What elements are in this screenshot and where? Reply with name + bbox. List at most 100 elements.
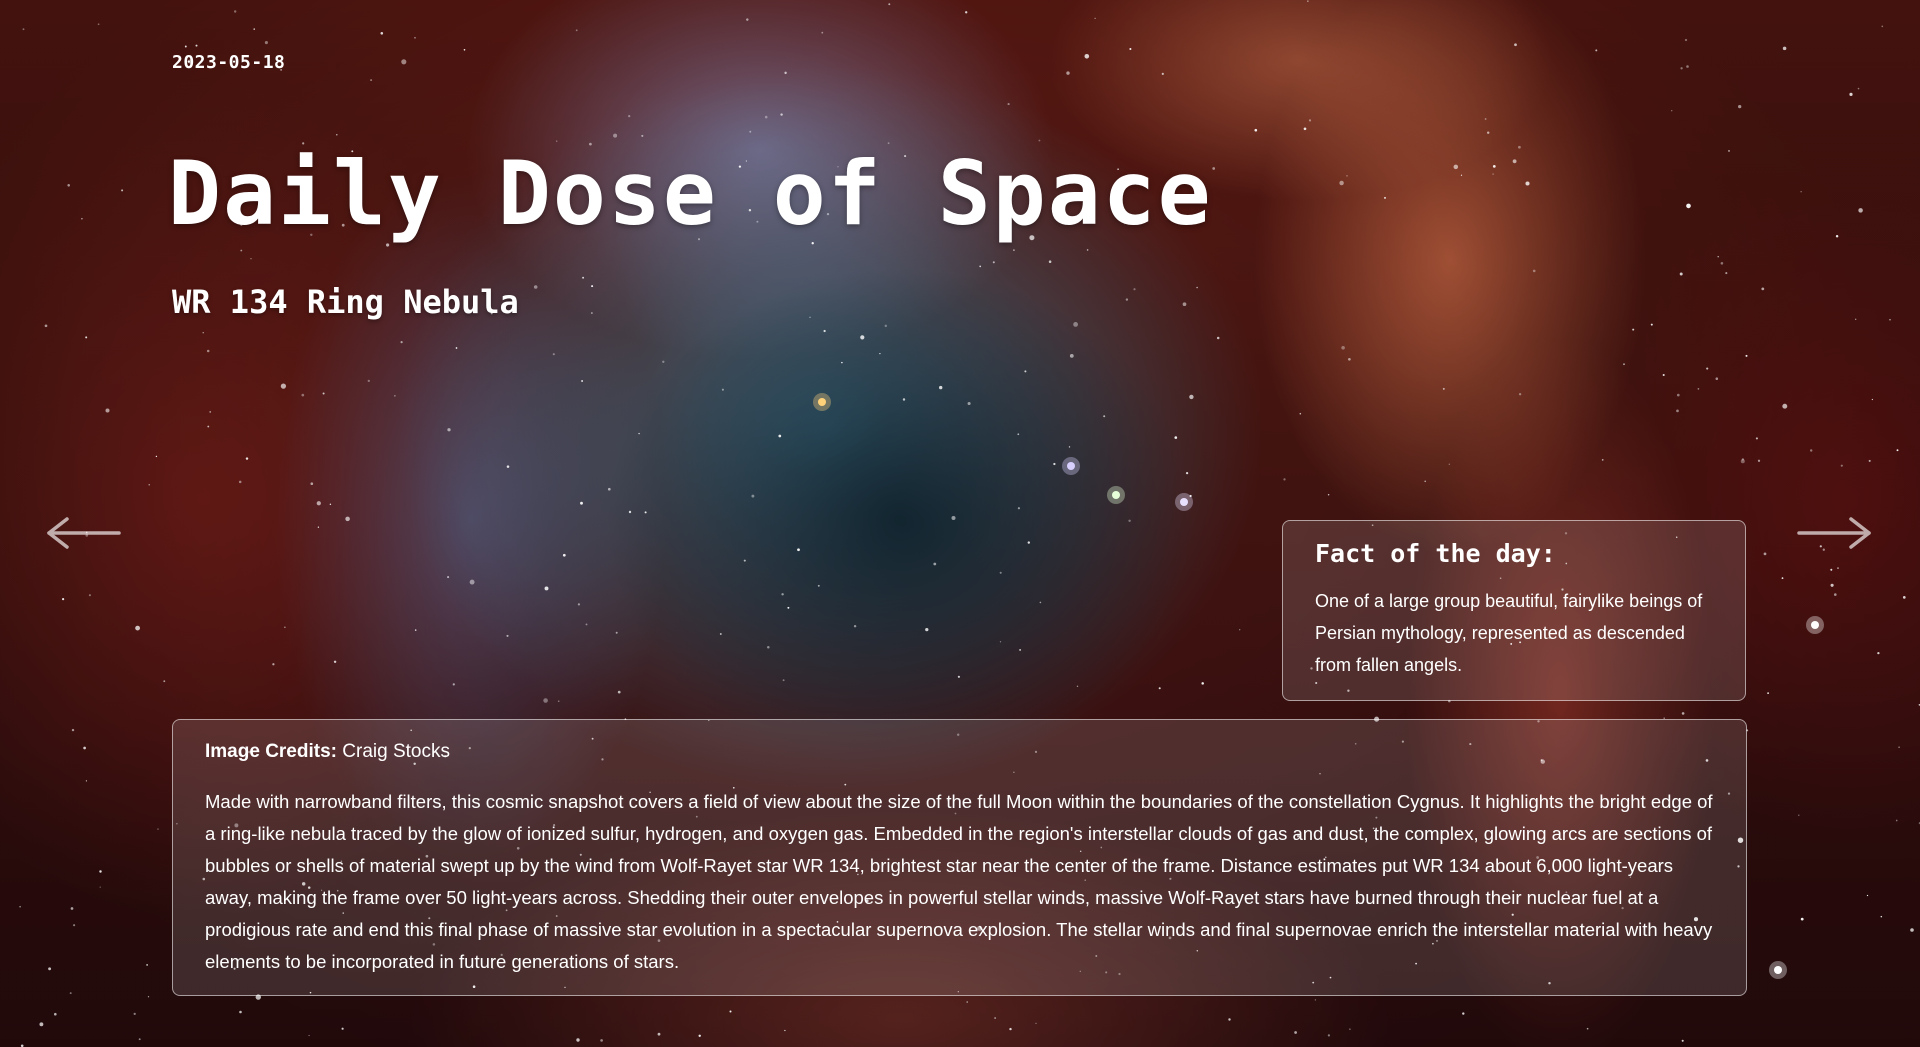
star	[557, 700, 560, 702]
star	[245, 457, 249, 460]
star	[1384, 196, 1386, 199]
star	[1017, 433, 1020, 436]
star	[322, 392, 325, 395]
star	[1686, 203, 1691, 209]
star	[1228, 1018, 1231, 1021]
star	[1009, 1027, 1012, 1031]
star	[787, 606, 790, 609]
star	[1809, 449, 1813, 452]
star	[1341, 346, 1345, 350]
star	[380, 32, 384, 35]
star	[1013, 249, 1015, 251]
star	[209, 411, 212, 413]
star	[1895, 819, 1898, 822]
star	[105, 408, 110, 413]
fact-heading: Fact of the day:	[1315, 539, 1556, 568]
fact-text: One of a large group beautiful, fairylik…	[1315, 591, 1703, 675]
star	[333, 660, 337, 664]
star	[1448, 463, 1450, 465]
star	[939, 385, 943, 390]
star	[336, 134, 338, 136]
star	[999, 641, 1002, 643]
star	[48, 967, 52, 971]
star	[879, 352, 881, 355]
star	[1201, 682, 1204, 685]
star	[580, 501, 583, 505]
star	[778, 434, 782, 438]
bright-star	[1067, 462, 1075, 470]
star	[1684, 38, 1688, 42]
star	[1048, 260, 1052, 263]
star	[562, 553, 566, 557]
star	[1680, 67, 1683, 70]
star	[1462, 1012, 1465, 1015]
star	[1781, 577, 1784, 579]
star	[751, 494, 755, 498]
star	[1676, 393, 1680, 397]
star	[506, 634, 509, 637]
star	[1327, 494, 1330, 496]
star	[1129, 47, 1132, 51]
star	[135, 625, 140, 631]
star	[965, 11, 968, 14]
star	[925, 627, 929, 632]
star	[1738, 104, 1742, 109]
star	[414, 629, 417, 631]
star	[1601, 459, 1604, 461]
star	[1349, 1028, 1351, 1030]
star	[698, 1034, 701, 1038]
star	[1757, 459, 1761, 462]
star	[455, 347, 458, 349]
star	[1086, 249, 1089, 251]
star	[1715, 377, 1719, 380]
star	[1745, 354, 1748, 357]
star	[1182, 302, 1187, 307]
star	[345, 516, 350, 522]
star	[1066, 71, 1070, 75]
star	[1133, 288, 1136, 291]
star	[452, 683, 455, 686]
star	[1442, 387, 1445, 390]
star	[394, 395, 396, 397]
star	[1755, 437, 1758, 440]
star	[157, 828, 159, 830]
star	[195, 44, 198, 47]
star	[1800, 191, 1802, 193]
star	[147, 996, 150, 998]
star	[233, 10, 237, 13]
star	[585, 623, 588, 626]
star	[780, 113, 783, 116]
star	[533, 285, 538, 289]
star	[39, 1022, 44, 1027]
star	[1676, 409, 1679, 413]
star	[719, 633, 722, 635]
star	[19, 905, 21, 908]
star	[73, 924, 76, 927]
star	[1068, 446, 1071, 448]
star	[70, 907, 74, 910]
star	[206, 349, 210, 353]
star	[1125, 298, 1129, 301]
previous-day-button[interactable]	[45, 516, 121, 550]
image-description-card: Image Credits: Craig Stocks Made with na…	[172, 719, 1747, 996]
star	[1586, 1027, 1589, 1030]
star	[1881, 25, 1884, 28]
star	[463, 48, 466, 51]
star	[575, 29, 578, 32]
star	[284, 626, 286, 628]
star	[62, 598, 65, 601]
star	[1484, 118, 1487, 120]
star	[272, 663, 275, 666]
star	[1532, 269, 1536, 273]
next-day-button[interactable]	[1797, 516, 1873, 550]
star	[367, 379, 370, 383]
star	[951, 515, 956, 521]
bright-star	[1112, 491, 1120, 499]
star	[280, 383, 287, 389]
star	[1889, 318, 1891, 321]
star	[1254, 128, 1258, 132]
star	[1174, 436, 1178, 439]
star	[310, 482, 314, 486]
star	[1800, 917, 1804, 921]
star	[544, 586, 549, 591]
